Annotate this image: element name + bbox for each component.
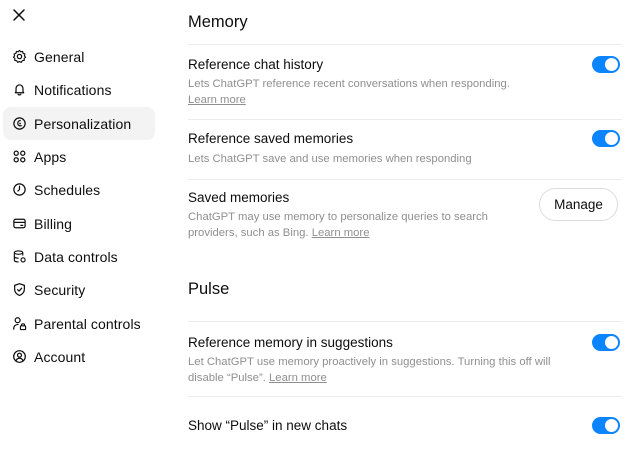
sidebar-item-label: Data controls <box>34 248 118 265</box>
sidebar-item-label: Notifications <box>34 81 112 98</box>
sidebar-item-label: Apps <box>34 148 67 165</box>
setting-title-saved-memories: Saved memories <box>188 190 290 205</box>
toggle-reference-chat-history[interactable] <box>592 56 620 73</box>
manage-memories-button[interactable]: Manage <box>539 188 618 221</box>
sidebar-item-label: Account <box>34 348 86 365</box>
divider <box>188 179 622 180</box>
setting-title-reference-saved-memories: Reference saved memories <box>188 131 354 146</box>
parental-lock-icon <box>11 316 27 332</box>
setting-title-reference-chat-history: Reference chat history <box>188 57 324 72</box>
close-icon <box>13 9 25 21</box>
divider <box>188 396 622 397</box>
sidebar-item-billing[interactable]: Billing <box>3 207 155 240</box>
setting-desc-reference-saved-memories: Lets ChatGPT save and use memories when … <box>188 153 472 165</box>
personalization-icon <box>11 116 27 132</box>
database-icon <box>11 249 27 265</box>
desc-text: Lets ChatGPT reference recent conversati… <box>188 78 510 90</box>
sidebar-item-notifications[interactable]: Notifications <box>3 73 155 106</box>
shield-icon <box>11 282 27 298</box>
desc-text: Let ChatGPT use memory proactively in su… <box>188 356 551 368</box>
sidebar-item-schedules[interactable]: Schedules <box>3 173 155 206</box>
toggle-reference-memory-in-suggestions[interactable] <box>592 334 620 351</box>
desc-text: providers, such as Bing. <box>188 226 309 239</box>
divider <box>188 44 622 45</box>
section-title-pulse: Pulse <box>188 280 230 298</box>
desc-text: ChatGPT may use memory to personalize qu… <box>188 211 488 223</box>
setting-desc-reference-memory-in-suggestions: Let ChatGPT use memory proactively in su… <box>188 355 551 386</box>
sidebar-item-general[interactable]: General <box>3 40 155 73</box>
divider <box>188 321 622 322</box>
toggle-knob <box>605 132 618 145</box>
setting-title-reference-memory-in-suggestions: Reference memory in suggestions <box>188 335 393 350</box>
sidebar-item-account[interactable]: Account <box>3 340 155 373</box>
learn-more-link[interactable]: Learn more <box>269 372 327 384</box>
gear-icon <box>11 49 27 65</box>
sidebar-item-label: Billing <box>34 215 73 232</box>
setting-desc-saved-memories: ChatGPT may use memory to personalize qu… <box>188 210 488 241</box>
learn-more-link[interactable]: Learn more <box>188 94 246 106</box>
close-button[interactable] <box>9 5 29 25</box>
toggle-reference-saved-memories[interactable] <box>592 130 620 147</box>
setting-title-show-pulse-in-new-chats: Show “Pulse” in new chats <box>188 418 348 433</box>
sidebar-item-security[interactable]: Security <box>3 273 155 306</box>
bell-icon <box>11 82 27 98</box>
divider <box>188 119 622 120</box>
toggle-show-pulse-in-new-chats[interactable] <box>592 417 620 434</box>
sidebar-item-data-controls[interactable]: Data controls <box>3 240 155 273</box>
clock-icon <box>11 182 27 198</box>
account-icon <box>11 349 27 365</box>
sidebar-item-personalization[interactable]: Personalization <box>3 107 155 140</box>
toggle-knob <box>605 336 618 349</box>
apps-grid-icon <box>11 149 27 165</box>
toggle-knob <box>605 58 618 71</box>
sidebar-item-label: General <box>34 48 85 65</box>
setting-desc-reference-chat-history: Lets ChatGPT reference recent conversati… <box>188 77 510 108</box>
sidebar-item-parental-controls[interactable]: Parental controls <box>3 307 155 340</box>
sidebar-item-label: Personalization <box>34 115 132 132</box>
toggle-knob <box>605 419 618 432</box>
learn-more-link[interactable]: Learn more <box>312 227 370 239</box>
sidebar-item-apps[interactable]: Apps <box>3 140 155 173</box>
card-icon <box>11 216 27 232</box>
sidebar-item-label: Parental controls <box>34 315 141 332</box>
desc-text: disable “Pulse”. <box>188 371 266 384</box>
sidebar-item-label: Security <box>34 281 86 298</box>
section-title-memory: Memory <box>188 13 248 31</box>
sidebar-item-label: Schedules <box>34 181 101 198</box>
